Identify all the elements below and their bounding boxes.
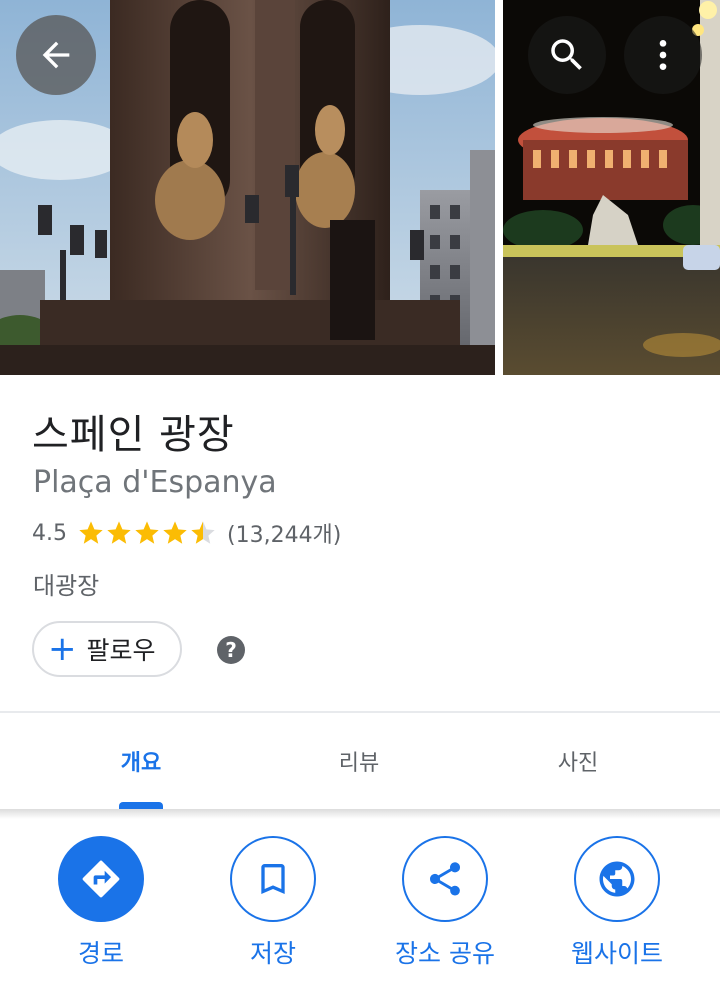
- star-icon: [79, 521, 103, 544]
- rating-value: 4.5: [32, 520, 67, 546]
- place-subtitle: Plaça d'Espanya: [33, 465, 277, 500]
- place-category: 대광장: [33, 572, 100, 600]
- back-button[interactable]: [16, 15, 96, 95]
- photo-gallery[interactable]: [0, 0, 720, 375]
- tab-reviews[interactable]: 리뷰: [282, 713, 436, 809]
- globe-icon: [599, 861, 635, 897]
- share-label: 장소 공유: [395, 939, 495, 968]
- tab-shadow: [0, 809, 720, 819]
- rating-row[interactable]: 4.5 (13,244개): [32, 516, 341, 550]
- website-ring: [574, 836, 660, 922]
- tab-bar: 개요 리뷰 사진: [0, 713, 720, 809]
- save-label: 저장: [249, 939, 296, 968]
- save-ring: [230, 836, 316, 922]
- bookmark-icon: [261, 864, 285, 894]
- more-vert-icon: [659, 40, 667, 70]
- search-icon: [551, 39, 582, 70]
- active-tab-indicator: [119, 802, 163, 809]
- follow-label: 팔로우: [86, 636, 156, 665]
- tab-overview[interactable]: 개요: [0, 713, 282, 809]
- action-bar: 경로 저장 장소 공유 웹사이트: [0, 820, 720, 987]
- website-label: 웹사이트: [570, 939, 663, 968]
- save-button[interactable]: 저장: [188, 836, 358, 970]
- share-ring: [402, 836, 488, 922]
- rating-stars: [77, 519, 217, 547]
- share-icon: [429, 862, 461, 896]
- star-icon: [135, 521, 159, 544]
- tab-photos[interactable]: 사진: [436, 713, 720, 809]
- website-button[interactable]: 웹사이트: [532, 836, 702, 970]
- directions-ring: [58, 836, 144, 922]
- star-icon: [191, 521, 215, 544]
- help-icon[interactable]: ?: [217, 636, 245, 664]
- directions-button[interactable]: 경로: [16, 836, 186, 970]
- place-title: 스페인 광장: [32, 412, 235, 458]
- follow-button[interactable]: + 팔로우: [32, 621, 182, 677]
- star-icon: [163, 521, 187, 544]
- more-options-button[interactable]: [624, 16, 702, 94]
- share-place-button[interactable]: 장소 공유: [360, 836, 530, 970]
- directions-label: 경로: [77, 939, 124, 968]
- arrow-back-icon: [42, 41, 70, 69]
- review-count[interactable]: (13,244개): [227, 517, 341, 549]
- plus-icon: +: [48, 629, 77, 669]
- search-button[interactable]: [528, 16, 606, 94]
- directions-icon: [82, 860, 120, 898]
- star-icon: [107, 521, 131, 544]
